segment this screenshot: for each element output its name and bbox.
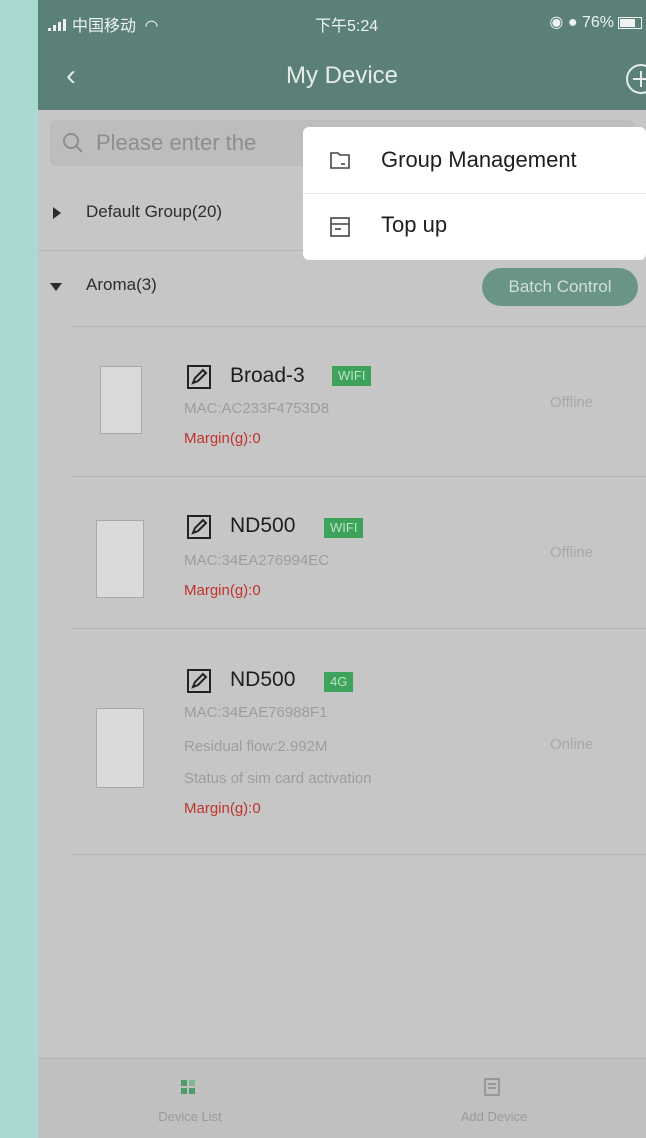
- page-title: My Device: [285, 62, 399, 89]
- carrier-name: 中国移动: [72, 18, 137, 35]
- device-name: ND500: [230, 514, 296, 537]
- collapse-arrow-icon: [50, 283, 62, 291]
- signal-icon: [48, 19, 68, 31]
- device-status: Offline: [550, 544, 594, 561]
- edit-icon[interactable]: [186, 668, 212, 694]
- alarm-icon: ◉: [549, 14, 564, 31]
- battery-indicator: ◉ ● 76%: [549, 12, 642, 32]
- menu-item-top-up[interactable]: Top up: [303, 194, 646, 260]
- connection-badge: WIFI: [332, 366, 372, 386]
- device-margin: Margin(g):0: [184, 582, 261, 599]
- device-card[interactable]: ND500 WIFI MAC:34EA276994EC Margin(g):0 …: [38, 476, 646, 626]
- carrier-indicator: 中国移动 ◠: [48, 12, 158, 36]
- expand-arrow-icon: [53, 207, 61, 219]
- menu-label: Group Management: [381, 147, 577, 172]
- sim-status-link[interactable]: Status of sim card activation: [184, 770, 372, 787]
- add-dropdown-menu: Group Management Top up: [303, 127, 646, 260]
- device-status: Online: [550, 736, 594, 753]
- tab-add-device[interactable]: Add Device: [342, 1059, 646, 1138]
- list-icon: [484, 1078, 500, 1096]
- device-margin: Margin(g):0: [184, 800, 261, 817]
- connection-badge: 4G: [324, 672, 354, 692]
- batch-control-button[interactable]: Batch Control: [482, 268, 638, 306]
- tab-label: Add Device: [460, 1109, 528, 1124]
- device-image: [96, 520, 144, 598]
- edit-icon[interactable]: [186, 364, 212, 390]
- device-image: [100, 366, 142, 434]
- device-mac: MAC:34EAE76988F1: [184, 704, 328, 721]
- status-time: 下午5:24: [315, 18, 379, 35]
- device-card[interactable]: ND500 4G MAC:34EAE76988F1 Residual flow:…: [38, 628, 646, 854]
- edit-icon[interactable]: [186, 514, 212, 540]
- battery-percent: 76%: [581, 14, 614, 31]
- document-icon: [330, 217, 350, 237]
- header-bar: 中国移动 ◠ 下午5:24 ◉ ● 76% ‹ My Device: [38, 0, 646, 110]
- folder-icon: [330, 152, 350, 169]
- device-mac: MAC:AC233F4753D8: [184, 400, 330, 417]
- menu-label: Top up: [381, 212, 448, 237]
- device-name: Broad-3: [230, 364, 305, 387]
- tab-device-list[interactable]: Device List: [38, 1059, 342, 1138]
- device-card[interactable]: Broad-3 WIFI MAC:AC233F4753D8 Margin(g):…: [38, 326, 646, 476]
- lock-icon: ●: [567, 14, 578, 31]
- device-image: [96, 708, 144, 788]
- device-status: Offline: [550, 394, 594, 411]
- status-bar: 中国移动 ◠ 下午5:24 ◉ ● 76%: [38, 12, 646, 42]
- device-margin: Margin(g):0: [184, 430, 261, 447]
- search-icon: [63, 133, 83, 153]
- search-placeholder: Please enter the: [96, 130, 257, 155]
- residual-flow: Residual flow:2.992M: [184, 738, 328, 755]
- divider: [72, 854, 646, 855]
- tab-bar: Device List Add Device: [38, 1058, 646, 1138]
- menu-item-group-management[interactable]: Group Management: [303, 127, 646, 193]
- group-label: Default Group(20): [86, 202, 223, 221]
- group-label: Aroma(3): [86, 275, 157, 294]
- wifi-icon: ◠: [144, 18, 159, 35]
- grid-icon: [181, 1080, 195, 1094]
- battery-icon: [618, 16, 642, 29]
- connection-badge: WIFI: [324, 518, 364, 538]
- device-name: ND500: [230, 668, 296, 691]
- device-mac: MAC:34EA276994EC: [184, 552, 330, 569]
- tab-label: Device List: [158, 1109, 222, 1124]
